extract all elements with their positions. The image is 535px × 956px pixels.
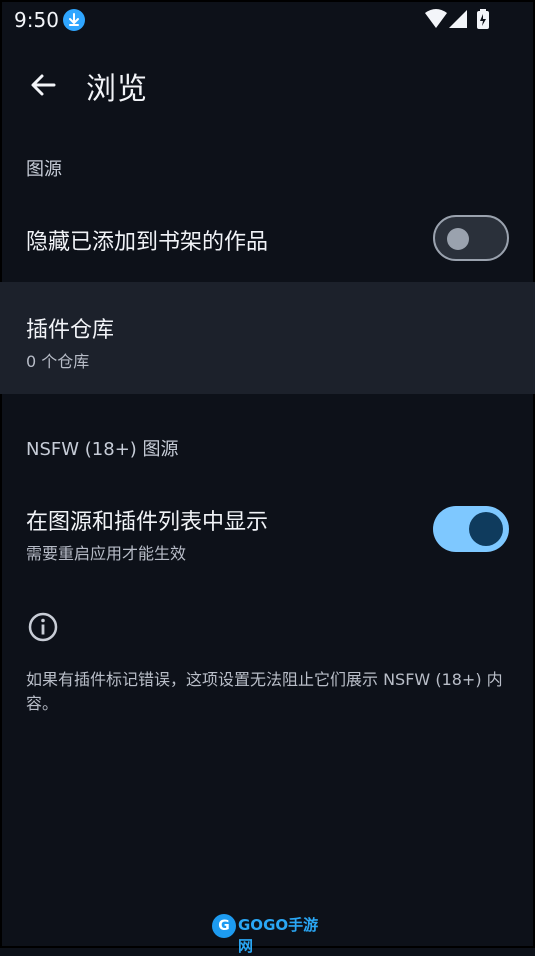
hide-in-library-toggle[interactable] <box>433 215 509 261</box>
arrow-left-icon[interactable] <box>26 68 60 102</box>
section-header-nsfw: NSFW (18+) 图源 <box>26 439 179 460</box>
watermark-text: GOGO手游网 <box>238 916 319 955</box>
show-nsfw-label: 在图源和插件列表中显示 <box>26 510 269 535</box>
watermark-badge: G <box>212 914 236 938</box>
show-nsfw-subtitle: 需要重启应用才能生效 <box>26 544 187 563</box>
status-bar: 9:50 <box>0 0 535 40</box>
hide-in-library-label: 隐藏已添加到书架的作品 <box>26 230 269 255</box>
extension-repos-row[interactable]: 插件仓库 0 个仓库 <box>0 282 535 394</box>
toggle-knob <box>447 228 469 250</box>
extension-repos-count: 0 个仓库 <box>26 352 90 371</box>
watermark-logo: G GOGO手游网 <box>212 912 322 955</box>
toggle-knob <box>469 512 503 546</box>
nsfw-info-text: 如果有插件标记错误，这项设置无法阻止它们展示 NSFW (18+) 内容。 <box>26 670 503 713</box>
battery-charging-icon <box>477 9 489 29</box>
show-nsfw-toggle[interactable] <box>433 506 509 552</box>
status-time: 9:50 <box>14 8 59 32</box>
wifi-icon <box>425 9 447 28</box>
download-icon <box>63 9 85 31</box>
section-header-source: 图源 <box>26 159 62 180</box>
screen-frame <box>0 0 535 948</box>
status-icons <box>425 8 495 30</box>
signal-icon <box>449 10 467 28</box>
app-bar: 浏览 <box>0 48 535 120</box>
extension-repos-label: 插件仓库 <box>26 318 115 343</box>
page-title: 浏览 <box>86 72 148 107</box>
info-icon <box>27 611 59 643</box>
